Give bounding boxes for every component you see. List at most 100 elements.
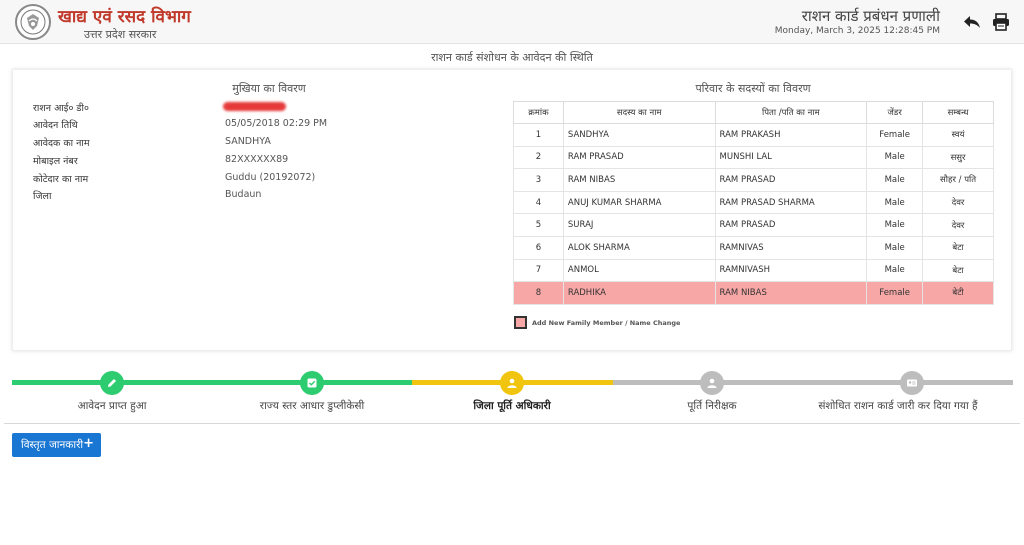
step-5-circle: [900, 371, 924, 395]
info-row-application-date: आवेदन तिथि 05/05/2018 02:29 PM: [33, 118, 493, 134]
cell-sno: 5: [513, 213, 564, 237]
cell-father-name: MUNSHI LAL: [714, 145, 868, 170]
cell-sno: 3: [513, 168, 564, 192]
cell-sno: 8: [513, 281, 564, 305]
cell-member-name: SURAJ: [562, 213, 716, 237]
cell-member-name: SANDHYA: [562, 123, 716, 147]
cell-father-name: RAM PRASAD SHARMA: [714, 190, 868, 215]
cell-gender: Male: [866, 190, 924, 215]
detailed-info-button[interactable]: विस्तृत जानकारी +: [12, 433, 101, 457]
cell-father-name: RAMNIVASH: [714, 258, 868, 283]
info-value: Guddu (20192072): [225, 172, 316, 183]
department-name: खाद्य एवं रसद विभाग: [58, 7, 191, 27]
cell-relation: सौहर / पति: [922, 168, 994, 192]
user-icon: [507, 378, 517, 388]
cell-father-name: RAM PRASAD: [714, 213, 868, 237]
table-row: 4 ANUJ KUMAR SHARMA RAM PRASAD SHARMA Male द…: [513, 190, 994, 215]
column-header-father-name: पिता /पति का नाम: [714, 101, 868, 124]
cell-relation: बेटी: [922, 281, 994, 305]
progress-segment-done: [12, 380, 412, 385]
family-details-title: परिवार के सदस्यों का विवरण: [695, 82, 811, 95]
step-1-label: आवेदन प्राप्त हुआ: [77, 400, 147, 412]
cell-relation: बेटा: [922, 258, 994, 283]
application-status-card: मुखिया का विवरण राशन आई० डी० आवेदन तिथि …: [12, 69, 1012, 351]
cell-sno: 4: [513, 190, 564, 215]
plus-icon: +: [83, 436, 94, 451]
table-header-row: क्रमांक सदस्य का नाम पिता /पति का नाम जे…: [513, 101, 994, 124]
user-icon: [707, 378, 717, 388]
step-2-label: राज्य स्तर आधार डुप्लीकेसी: [259, 400, 365, 412]
column-header-sno: क्रमांक: [513, 101, 564, 124]
column-header-member-name: सदस्य का नाम: [562, 101, 716, 124]
page-title: राशन कार्ड संशोधन के आवेदन की स्थिति: [431, 51, 593, 64]
info-label: जिला: [33, 191, 52, 202]
legend-label: Add New Family Member / Name Change: [532, 319, 681, 327]
cell-member-name: RADHIKA: [562, 281, 716, 305]
step-5-label: संशोधित राशन कार्ड जारी कर दिया गया हैं: [818, 400, 978, 412]
info-row-ration-id: राशन आई० डी०: [33, 101, 493, 117]
cell-father-name: RAM PRASAD: [714, 168, 868, 192]
app-header: खाद्य एवं रसद विभाग उत्तर प्रदेश सरकार र…: [0, 0, 1024, 44]
info-value: 05/05/2018 02:29 PM: [225, 118, 328, 129]
printer-icon[interactable]: [991, 12, 1011, 32]
cell-sno: 6: [513, 235, 564, 260]
table-row: 5 SURAJ RAM PRASAD Male देवर: [513, 213, 994, 237]
table-row: 3 RAM NIBAS RAM PRASAD Male सौहर / पति: [513, 168, 994, 192]
cell-relation: देवर: [922, 190, 994, 215]
detailed-info-label: विस्तृत जानकारी: [21, 439, 84, 451]
column-header-gender: जेंडर: [866, 101, 924, 124]
government-name: उत्तर प्रदेश सरकार: [84, 28, 157, 41]
table-row: 6 ALOK SHARMA RAMNIVAS Male बेटा: [513, 235, 994, 260]
cell-gender: Female: [866, 123, 924, 147]
cell-gender: Male: [866, 213, 924, 237]
info-value: SANDHYA: [225, 136, 271, 147]
step-3-label: जिला पूर्ति अधिकारी: [473, 400, 551, 412]
section-divider: [4, 423, 1020, 424]
table-row: 2 RAM PRASAD MUNSHI LAL Male ससुर: [513, 145, 994, 170]
redacted-ration-id: [223, 102, 286, 111]
system-title: राशन कार्ड प्रबंधन प्रणाली: [801, 7, 940, 25]
cell-gender: Male: [866, 145, 924, 170]
legend-color-swatch: [514, 316, 527, 329]
info-row-mobile: मोबाइल नंबर 82XXXXXX89: [33, 154, 493, 170]
reply-arrow-icon[interactable]: [962, 12, 982, 32]
info-row-dealer: कोटेदार का नाम Guddu (20192072): [33, 172, 493, 188]
emblem-logo: [15, 4, 51, 40]
step-4-circle: [700, 371, 724, 395]
cell-relation: ससुर: [922, 145, 994, 170]
cell-member-name: RAM PRASAD: [562, 145, 716, 170]
cell-member-name: ALOK SHARMA: [562, 235, 716, 260]
cell-member-name: ANUJ KUMAR SHARMA: [562, 190, 716, 215]
pencil-icon: [108, 379, 116, 387]
cell-relation: देवर: [922, 213, 994, 237]
info-label: आवेदन तिथि: [33, 120, 78, 131]
info-row-applicant-name: आवेदक का नाम SANDHYA: [33, 136, 493, 152]
info-value: 82XXXXXX89: [225, 154, 289, 165]
cell-gender: Male: [866, 168, 924, 192]
progress-segment-pending: [613, 380, 1013, 385]
cell-gender: Male: [866, 258, 924, 283]
table-row: 7 ANMOL RAMNIVASH Male बेटा: [513, 258, 994, 283]
info-label: कोटेदार का नाम: [33, 174, 89, 185]
check-square-icon: [307, 378, 317, 388]
column-header-relation: सम्बन्ध: [922, 101, 994, 124]
info-row-district: जिला Budaun: [33, 189, 493, 205]
table-row: 1 SANDHYA RAM PRAKASH Female स्वयं: [513, 123, 994, 147]
step-3-circle: [500, 371, 524, 395]
info-label: मोबाइल नंबर: [33, 156, 78, 167]
cell-gender: Male: [866, 235, 924, 260]
cell-father-name: RAM NIBAS: [714, 281, 868, 305]
id-card-icon: [907, 379, 917, 387]
cell-member-name: ANMOL: [562, 258, 716, 283]
cell-sno: 7: [513, 258, 564, 283]
cell-sno: 2: [513, 145, 564, 170]
info-label: आवेदक का नाम: [33, 138, 90, 149]
cell-sno: 1: [513, 123, 564, 147]
current-datetime: Monday, March 3, 2025 12:28:45 PM: [774, 26, 940, 36]
cell-father-name: RAMNIVAS: [714, 235, 868, 260]
info-value: Budaun: [225, 189, 262, 200]
step-2-circle: [300, 371, 324, 395]
family-members-table: क्रमांक सदस्य का नाम पिता /पति का नाम जे…: [513, 101, 994, 305]
cell-father-name: RAM PRAKASH: [714, 123, 868, 147]
step-4-label: पूर्ति निरीक्षक: [687, 400, 737, 412]
